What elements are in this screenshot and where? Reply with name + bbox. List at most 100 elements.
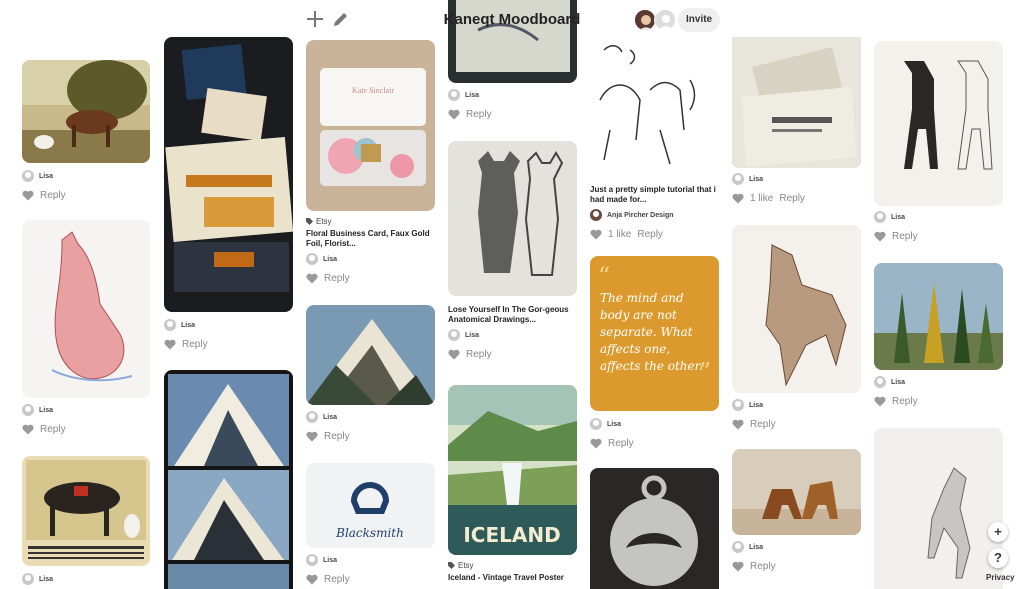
reply-button[interactable]: Reply [324, 431, 350, 442]
user-avatar[interactable] [590, 209, 602, 221]
pin-source[interactable]: Etsy [316, 217, 332, 226]
heart-icon[interactable] [164, 339, 176, 350]
invite-button[interactable]: Invite [678, 8, 721, 32]
reply-button[interactable]: Reply [40, 190, 66, 201]
pin-image[interactable] [874, 41, 1003, 206]
reply-button[interactable]: Reply [40, 424, 66, 435]
owner-avatar[interactable] [634, 9, 656, 31]
user-avatar[interactable] [874, 211, 886, 223]
heart-icon[interactable] [22, 190, 34, 201]
pin-user-name[interactable]: Lisa [39, 407, 53, 414]
heart-icon[interactable] [448, 109, 460, 120]
pin-image[interactable] [22, 220, 150, 398]
pin-user-name[interactable]: Lisa [749, 544, 763, 551]
pin-user-name[interactable]: Lisa [323, 414, 337, 421]
reply-button[interactable]: Reply [637, 229, 663, 240]
heart-icon[interactable] [590, 229, 602, 240]
privacy-link[interactable]: Privacy [986, 573, 1014, 582]
reply-button[interactable]: Reply [892, 231, 918, 242]
pin-user-name[interactable]: Lisa [39, 173, 53, 180]
heart-icon[interactable] [306, 574, 318, 585]
pin-image[interactable] [22, 60, 150, 163]
user-avatar[interactable] [306, 411, 318, 423]
pin-title[interactable]: Floral Business Card, Faux Gold Foil, Fl… [306, 229, 435, 249]
pin-user-name[interactable]: Lisa [39, 576, 53, 583]
pin-image[interactable] [874, 263, 1003, 370]
user-avatar[interactable] [732, 173, 744, 185]
like-count[interactable]: 1 like [750, 193, 773, 204]
heart-icon[interactable] [732, 419, 744, 430]
pin-source[interactable]: Etsy [458, 561, 474, 570]
board-header: Kaneqt Moodboard Invite [0, 0, 1024, 40]
pin-user-name[interactable]: Lisa [465, 332, 479, 339]
user-avatar[interactable] [306, 253, 318, 265]
user-avatar[interactable] [22, 573, 34, 585]
help-button[interactable]: ? [988, 548, 1008, 568]
collaborator-avatar[interactable] [654, 9, 676, 31]
like-count[interactable]: 1 like [608, 229, 631, 240]
heart-icon[interactable] [874, 231, 886, 242]
user-avatar[interactable] [22, 170, 34, 182]
pin-user-name[interactable]: Lisa [891, 379, 905, 386]
pin-user-name[interactable]: Lisa [323, 557, 337, 564]
pin-image[interactable] [22, 456, 150, 566]
pin-image[interactable] [164, 370, 293, 589]
pin-user-name[interactable]: Anja Pircher Design [607, 212, 674, 219]
pin-image[interactable] [590, 468, 719, 589]
pin-user-name[interactable]: Lisa [323, 256, 337, 263]
pin-title[interactable]: Iceland - Vintage Travel Poster [448, 573, 577, 583]
reply-button[interactable]: Reply [324, 574, 350, 585]
pin-user-name[interactable]: Lisa [749, 402, 763, 409]
heart-icon[interactable] [306, 273, 318, 284]
pin-image[interactable]: Kate Sinclair [306, 40, 435, 211]
add-pin-button[interactable] [304, 8, 326, 30]
pin-image[interactable] [306, 305, 435, 405]
heart-icon[interactable] [874, 396, 886, 407]
pin-title[interactable]: Just a pretty simple tutorial that i had… [590, 185, 719, 205]
user-avatar[interactable] [732, 399, 744, 411]
pin-user-name[interactable]: Lisa [181, 322, 195, 329]
pin-image[interactable] [590, 20, 719, 177]
reply-button[interactable]: Reply [324, 273, 350, 284]
pin-user-name[interactable]: Lisa [465, 92, 479, 99]
pin-image[interactable] [732, 225, 861, 393]
pin-image[interactable]: Blacksmith [306, 463, 435, 548]
pin-image[interactable]: “ The mind and body are not separate. Wh… [590, 256, 719, 411]
heart-icon[interactable] [732, 561, 744, 572]
pin-user-name[interactable]: Lisa [607, 421, 621, 428]
reply-button[interactable]: Reply [466, 349, 492, 360]
user-avatar[interactable] [164, 319, 176, 331]
pin-image[interactable] [732, 449, 861, 535]
quote-text: The mind and body are not separate. What… [600, 291, 703, 373]
pin-user-name[interactable]: Lisa [891, 214, 905, 221]
pin-image[interactable] [164, 37, 293, 312]
pin-image[interactable] [874, 428, 1003, 589]
user-avatar[interactable] [448, 329, 460, 341]
heart-icon[interactable] [590, 438, 602, 449]
pin-image[interactable] [448, 141, 577, 296]
reply-button[interactable]: Reply [750, 561, 776, 572]
pin-image[interactable]: ICELAND [448, 385, 577, 555]
reply-button[interactable]: Reply [779, 193, 805, 204]
reply-button[interactable]: Reply [892, 396, 918, 407]
blacksmith-text: Blacksmith [335, 526, 404, 540]
reply-button[interactable]: Reply [182, 339, 208, 350]
reply-button[interactable]: Reply [466, 109, 492, 120]
user-avatar[interactable] [22, 404, 34, 416]
heart-icon[interactable] [22, 424, 34, 435]
pin-user-name[interactable]: Lisa [749, 176, 763, 183]
heart-icon[interactable] [306, 431, 318, 442]
heart-icon[interactable] [732, 193, 744, 204]
user-avatar[interactable] [448, 89, 460, 101]
heart-icon[interactable] [448, 349, 460, 360]
user-avatar[interactable] [732, 541, 744, 553]
user-avatar[interactable] [590, 418, 602, 430]
reply-button[interactable]: Reply [608, 438, 634, 449]
pin-image[interactable] [732, 37, 861, 168]
floating-add-button[interactable]: + [988, 522, 1008, 542]
user-avatar[interactable] [306, 554, 318, 566]
edit-board-button[interactable] [330, 8, 352, 30]
reply-button[interactable]: Reply [750, 419, 776, 430]
pin-title[interactable]: Lose Yourself In The Gor-geous Anatomica… [448, 305, 577, 325]
user-avatar[interactable] [874, 376, 886, 388]
